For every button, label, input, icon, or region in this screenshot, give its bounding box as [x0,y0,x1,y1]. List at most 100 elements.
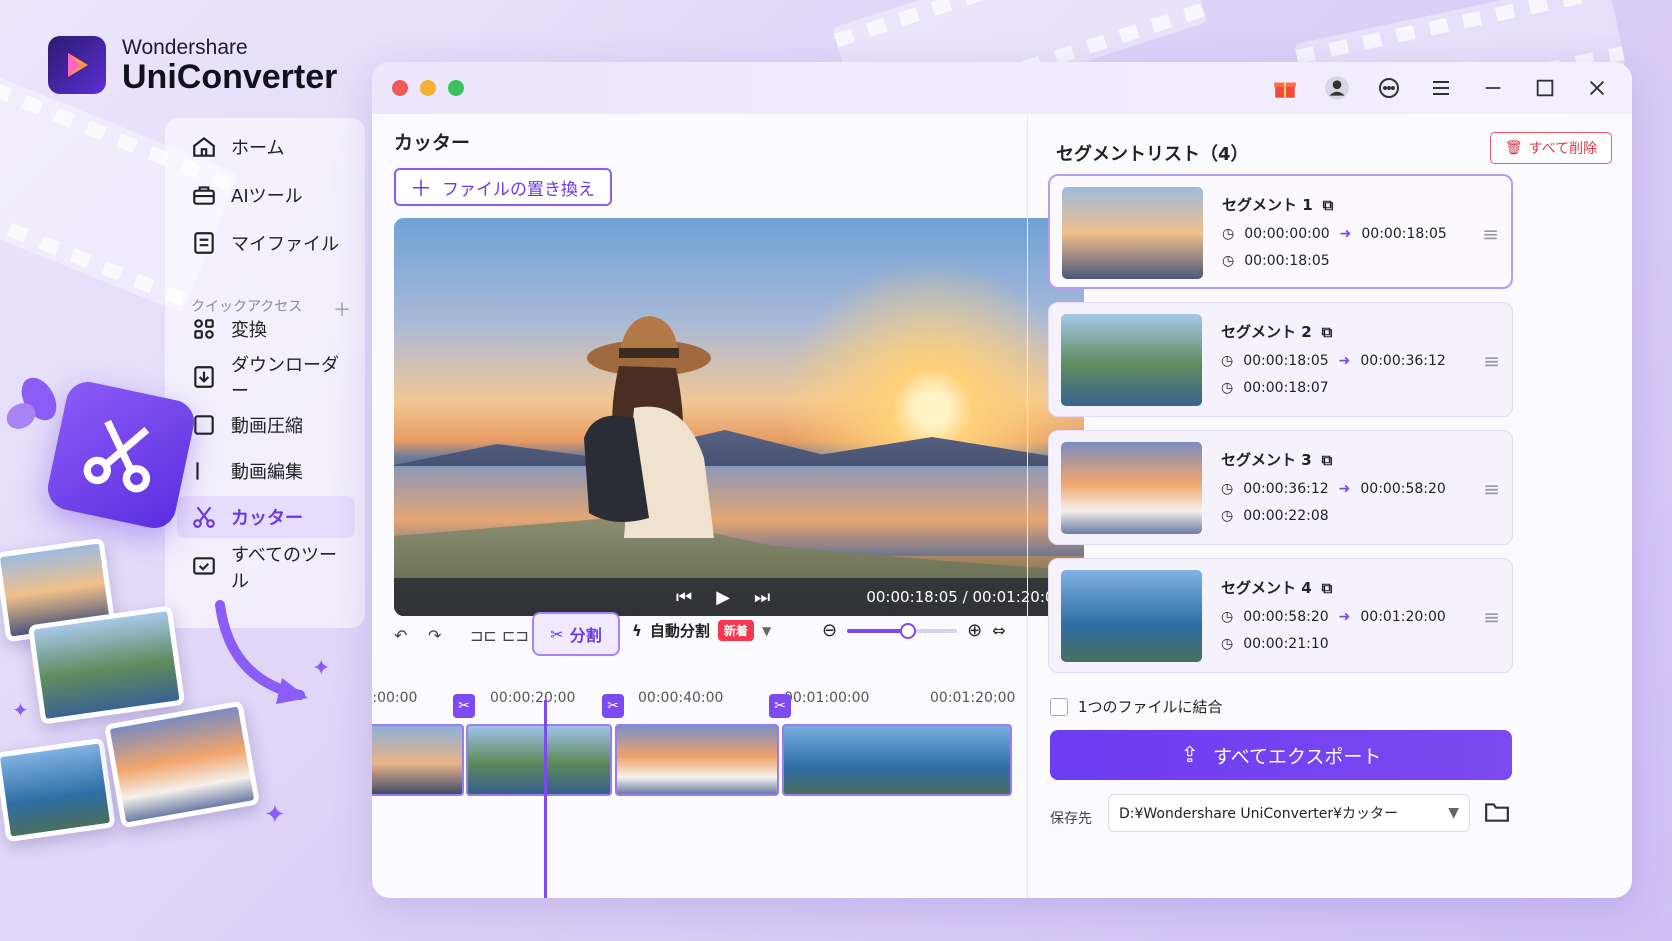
arrow-decoration-icon [215,600,308,704]
mark-in-icon[interactable]: ⊐⊏ [470,620,497,650]
plus-icon: ＋ [410,177,433,202]
clock-icon: ◷ [1222,226,1235,242]
segment-list-title: セグメントリスト（4） [1056,144,1249,165]
segment-end: 00:01:20:00 [1360,609,1446,625]
segment-start: 00:00:58:20 [1243,609,1329,625]
clock-icon: ◷ [1221,481,1234,497]
maximize-dot[interactable] [448,80,464,96]
replace-file-button[interactable]: ＋ ファイルの置き換え [394,168,612,206]
zoom-slider[interactable] [847,622,958,639]
close-icon[interactable] [1582,73,1612,103]
external-link-icon[interactable]: ⧉ [1322,323,1333,341]
delete-all-button[interactable]: 🗑 すべて削除 [1490,132,1612,164]
sparkle-icon: ✦ [264,800,286,830]
play-icon[interactable]: ▶ [716,587,730,608]
ruler-tick-label: 00:00:00:00 [372,690,418,706]
split-button[interactable]: ✂ 分割 [532,612,620,656]
combine-checkbox[interactable] [1050,697,1068,716]
split-marker-icon[interactable]: ✂ [769,694,791,718]
gift-icon[interactable] [1270,73,1300,103]
segment-item[interactable]: セグメント 4 ⧉ ◷ 00:00:58:20 ➜ 00:01:20:00 ◷ 00:00… [1048,558,1513,673]
folder-icon[interactable] [1484,800,1510,828]
external-link-icon[interactable]: ⧉ [1322,579,1333,597]
mark-out-icon[interactable]: ⊏⊐ [502,620,529,650]
save-path-select[interactable]: D:¥Wondershare UniConverter¥カッター ▼ [1108,794,1470,832]
account-icon[interactable] [1322,73,1352,103]
external-link-icon[interactable]: ⧉ [1323,196,1334,214]
sidebar-item-label: カッター [231,508,303,529]
sidebar-item-compress[interactable]: 動画圧縮 [177,404,355,446]
redo-icon[interactable]: ↷ [428,620,441,650]
drag-handle-icon[interactable]: ≡ [1483,477,1500,501]
timeline-clip[interactable] [372,724,464,796]
promo-photo [0,737,116,843]
menu-icon[interactable] [1426,73,1456,103]
sidebar-item-ai-tools[interactable]: AIツール [177,174,355,216]
drag-handle-icon[interactable]: ≡ [1483,349,1500,373]
sidebar-item-video-edit[interactable]: 動画編集 [177,450,355,492]
playhead[interactable] [544,700,547,898]
segment-item[interactable]: セグメント 2 ⧉ ◷ 00:00:18:05 ➜ 00:00:36:12 ◷ 00:00… [1048,302,1513,417]
minimize-dot[interactable] [420,80,436,96]
segment-item[interactable]: セグメント 1 ⧉ ◷ 00:00:00:00 ➜ 00:00:18:05 ◷ 00:00… [1048,174,1513,289]
next-frame-icon[interactable]: ⏭ [754,587,770,608]
edit-toolbar: ↶ ↷ ⊐⊏ ⊏⊐ ✂ 分割 ϟ 自動分割 新着 ▼ ⊖ ⊕ ⇔ [394,612,1084,658]
split-marker-icon[interactable]: ✂ [453,694,475,718]
timeline-clip[interactable] [466,724,612,796]
sidebar-item-label: 動画圧縮 [231,416,303,437]
export-all-button[interactable]: ⇪ すべてエクスポート [1050,730,1512,780]
segment-name: セグメント 3 [1221,451,1312,469]
zoom-slider-handle[interactable] [899,622,916,639]
scissors-icon: ✂ [550,624,564,644]
delete-all-label: すべて削除 [1528,141,1598,157]
segment-thumbnail [1062,187,1203,279]
segment-thumbnail [1061,570,1202,662]
brand-product: UniConverter [122,58,338,96]
sidebar-item-convert[interactable]: 変換 [177,308,355,350]
export-icon: ⇪ [1180,742,1200,768]
feedback-icon[interactable] [1374,73,1404,103]
zoom-in-icon[interactable]: ⊕ [967,620,982,641]
brand: Wondershare UniConverter [48,36,337,94]
segment-item[interactable]: セグメント 3 ⧉ ◷ 00:00:36:12 ➜ 00:00:58:20 ◷ 00:00… [1048,430,1513,545]
segment-thumbnail [1061,314,1202,406]
close-dot[interactable] [392,80,408,96]
sparkle-icon: ✦ [312,656,331,681]
scissors-feature-icon [43,377,199,533]
minimize-icon[interactable] [1478,73,1508,103]
video-preview[interactable]: ⏮ ▶ ⏭ 00:00:18:05 / 00:01:20:00 [394,218,1084,616]
file-icon [194,232,214,254]
player-controls: ⏮ ▶ ⏭ 00:00:18:05 / 00:01:20:00 [394,578,1084,616]
timeline-clip[interactable] [615,724,779,796]
scissors-icon [193,506,215,528]
prev-frame-icon[interactable]: ⏮ [676,587,692,608]
timeline-clip[interactable] [782,724,1012,796]
chevron-down-icon[interactable]: ▼ [762,624,771,638]
segment-end: 00:00:58:20 [1360,481,1446,497]
compress-icon [194,415,214,435]
sidebar-item-my-files[interactable]: マイファイル [177,222,355,264]
segment-panel: セグメントリスト（4） 🗑 すべて削除 セグメント 1 ⧉ ◷ 00:00:00:0… [1027,114,1632,898]
uniconverter-logo-icon [48,36,106,94]
sidebar-item-all-tools[interactable]: すべてのツール [177,545,355,592]
timeline-track[interactable]: ✂ ✂ ✂ [372,694,1032,798]
clock-icon: ◷ [1221,353,1234,369]
undo-icon[interactable]: ↶ [394,620,407,650]
segment-start: 00:00:36:12 [1243,481,1329,497]
edit-icon [196,462,199,480]
ruler-tick-label: 00:01:20:00 [930,690,1016,706]
sidebar-item-cutter[interactable]: カッター [177,496,355,538]
combine-option[interactable]: 1つのファイルに結合 [1050,696,1223,717]
drag-handle-icon[interactable]: ≡ [1483,605,1500,629]
split-marker-icon[interactable]: ✂ [602,694,624,718]
drag-handle-icon[interactable]: ≡ [1482,222,1499,246]
maximize-icon[interactable] [1530,73,1560,103]
sidebar-item-label: AIツール [231,186,303,207]
clock-icon: ◷ [1221,508,1234,524]
external-link-icon[interactable]: ⧉ [1322,451,1333,469]
zoom-out-icon[interactable]: ⊖ [822,620,837,641]
fit-timeline-icon[interactable]: ⇔ [992,621,1005,640]
auto-split-button[interactable]: ϟ 自動分割 新着 ▼ [632,620,771,641]
sidebar-item-downloader[interactable]: ダウンローダー [177,355,355,402]
sidebar-item-home[interactable]: ホーム [177,126,355,168]
